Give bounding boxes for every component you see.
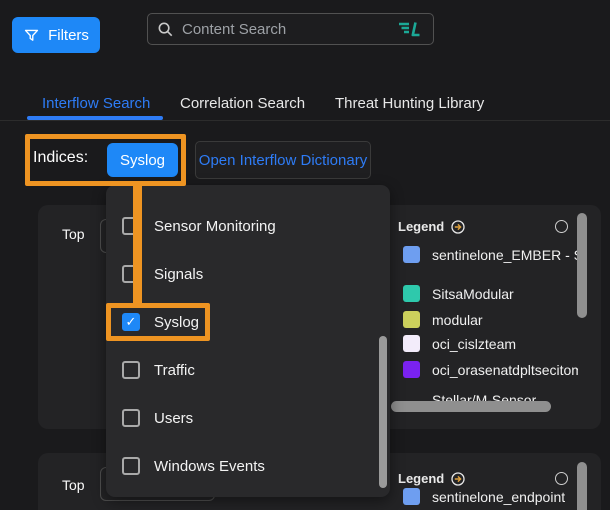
legend-label: modular bbox=[432, 312, 483, 328]
menu-item-traffic[interactable]: ✓ Traffic bbox=[122, 361, 195, 379]
menu-item-label: Users bbox=[154, 410, 193, 427]
app-window: Filters Interflow Search Correlation Sea… bbox=[0, 0, 610, 510]
legend-swatch bbox=[403, 361, 420, 378]
legend-title: Legend bbox=[398, 471, 444, 486]
menu-item-label: Traffic bbox=[154, 362, 195, 379]
tab-interflow-search[interactable]: Interflow Search bbox=[42, 95, 150, 112]
legend-swatch bbox=[403, 285, 420, 302]
legend-arrow-icon[interactable] bbox=[451, 220, 465, 234]
tab-threat-hunting-library[interactable]: Threat Hunting Library bbox=[335, 95, 484, 112]
menu-item-label: Sensor Monitoring bbox=[154, 218, 276, 235]
top-label: Top bbox=[62, 226, 85, 242]
legend-vertical-scrollbar[interactable] bbox=[577, 462, 587, 510]
filters-button-label: Filters bbox=[48, 27, 89, 44]
legend-label: sentinelone_EMBER - S bbox=[432, 247, 578, 263]
menu-item-label: Signals bbox=[154, 266, 203, 283]
legend-item[interactable]: SitsaModular bbox=[403, 285, 514, 302]
checkbox-traffic[interactable]: ✓ bbox=[122, 361, 140, 379]
annotation-connector-line bbox=[133, 185, 142, 303]
tab-correlation-search[interactable]: Correlation Search bbox=[180, 95, 305, 112]
filter-funnel-icon bbox=[23, 27, 40, 44]
legend-swatch bbox=[403, 311, 420, 328]
content-search-box bbox=[147, 13, 434, 45]
top-label: Top bbox=[62, 477, 85, 493]
lucene-query-icon[interactable] bbox=[398, 21, 424, 37]
annotation-box-indices bbox=[25, 134, 186, 186]
panel-circle-icon[interactable] bbox=[555, 472, 568, 485]
tabs-divider bbox=[0, 120, 610, 121]
legend-item[interactable]: oci_orasenatdpltsecitom bbox=[403, 361, 578, 378]
legend-swatch bbox=[403, 335, 420, 352]
legend-title: Legend bbox=[398, 219, 444, 234]
legend-swatch bbox=[403, 488, 420, 505]
filters-button[interactable]: Filters bbox=[12, 17, 100, 53]
legend-header: Legend bbox=[398, 471, 465, 486]
annotation-box-syslog-option bbox=[106, 303, 210, 341]
panel-circle-icon[interactable] bbox=[555, 220, 568, 233]
indices-dropdown-menu: ✓ Sensor Monitoring ✓ Signals ✓ Syslog ✓… bbox=[106, 185, 390, 497]
legend-arrow-icon[interactable] bbox=[451, 472, 465, 486]
content-search-input[interactable] bbox=[180, 20, 392, 39]
legend-swatch bbox=[403, 246, 420, 263]
legend-label: sentinelone_endpoint bbox=[432, 489, 565, 505]
checkbox-users[interactable]: ✓ bbox=[122, 409, 140, 427]
legend-item[interactable]: sentinelone_EMBER - S bbox=[403, 246, 578, 263]
open-interflow-dictionary-button[interactable]: Open Interflow Dictionary bbox=[195, 141, 371, 179]
menu-item-users[interactable]: ✓ Users bbox=[122, 409, 193, 427]
dropdown-scrollbar[interactable] bbox=[379, 336, 387, 488]
legend-header: Legend bbox=[398, 219, 465, 234]
legend-item[interactable]: oci_cislzteam bbox=[403, 335, 516, 352]
search-icon bbox=[157, 21, 174, 38]
legend-item[interactable]: modular bbox=[403, 311, 483, 328]
legend-label: oci_cislzteam bbox=[432, 336, 516, 352]
checkbox-windows-events[interactable]: ✓ bbox=[122, 457, 140, 475]
legend-vertical-scrollbar[interactable] bbox=[577, 213, 587, 318]
legend-label: oci_orasenatdpltsecitom bbox=[432, 362, 578, 378]
legend-horizontal-scrollbar[interactable] bbox=[391, 401, 551, 412]
legend-item[interactable]: sentinelone_endpoint bbox=[403, 488, 565, 505]
menu-item-label: Windows Events bbox=[154, 458, 265, 475]
menu-item-sensor-monitoring[interactable]: ✓ Sensor Monitoring bbox=[122, 217, 276, 235]
menu-item-windows-events[interactable]: ✓ Windows Events bbox=[122, 457, 265, 475]
legend-label: SitsaModular bbox=[432, 286, 514, 302]
